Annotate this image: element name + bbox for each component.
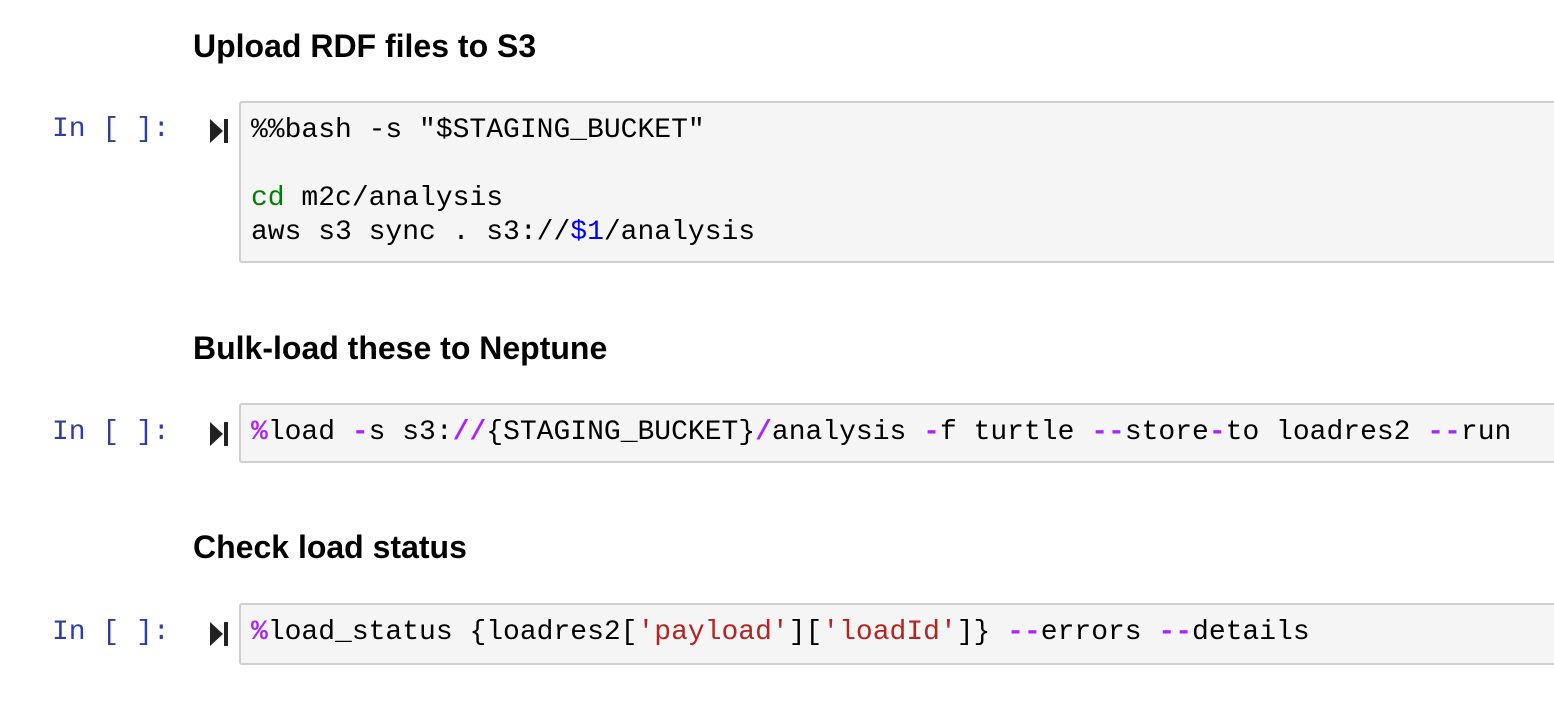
- code-text: load_status {loadres2[: [267, 617, 638, 648]
- code-text: aws s3 sync . s3://: [251, 217, 571, 248]
- code-text: /analysis: [603, 217, 756, 248]
- section-heading-upload: Upload RDF files to S3: [193, 28, 537, 64]
- code-operator: %: [251, 617, 268, 648]
- code-line: %load_status {loadres2['payload']['loadI…: [251, 616, 1554, 650]
- run-cell-button[interactable]: [209, 421, 229, 447]
- code-operator: -: [923, 417, 940, 448]
- code-operator: --: [1427, 417, 1461, 448]
- code-cell-input[interactable]: %%bash -s "$STAGING_BUCKET" cd m2c/analy…: [239, 101, 1554, 263]
- code-string: 'loadId': [822, 617, 957, 648]
- cell-prompt: In [ ]:: [52, 114, 170, 145]
- code-text: to loadres2: [1225, 417, 1428, 448]
- code-text: ][: [788, 617, 823, 648]
- code-line: %%bash -s "$STAGING_BUCKET": [251, 114, 1554, 148]
- code-operator: /: [755, 417, 772, 448]
- code-text: details: [1192, 617, 1310, 648]
- code-line: %load -s s3://{STAGING_BUCKET}/analysis …: [251, 416, 1554, 450]
- section-heading-bulk-load: Bulk-load these to Neptune: [193, 330, 608, 366]
- code-text: load: [267, 417, 352, 448]
- run-cell-button[interactable]: [209, 621, 229, 647]
- code-variable: $1: [570, 217, 604, 248]
- step-forward-icon: [210, 622, 228, 646]
- code-text: run: [1460, 417, 1512, 448]
- code-operator: %: [251, 417, 268, 448]
- code-line: aws s3 sync . s3://$1/analysis: [251, 216, 1554, 250]
- code-line: cd m2c/analysis: [251, 182, 1554, 216]
- code-text: analysis: [771, 417, 924, 448]
- code-string: 'payload': [637, 617, 789, 648]
- code-operator: --: [1007, 617, 1041, 648]
- section-heading-check-status: Check load status: [193, 529, 467, 565]
- code-text: ]}: [956, 617, 1008, 648]
- code-text: f turtle: [939, 417, 1092, 448]
- code-text: %%bash -s "$STAGING_BUCKET": [251, 115, 705, 146]
- code-line-empty: [251, 148, 1554, 182]
- code-text: m2c/analysis: [284, 183, 504, 214]
- code-operator: -: [351, 417, 369, 448]
- code-operator: --: [1091, 417, 1125, 448]
- code-text: {STAGING_BUCKET}: [486, 417, 756, 448]
- code-operator: //: [452, 417, 487, 448]
- code-text: errors: [1040, 617, 1159, 648]
- step-forward-icon: [210, 422, 228, 446]
- cell-prompt: In [ ]:: [52, 617, 170, 648]
- code-keyword: cd: [251, 183, 285, 214]
- code-operator: --: [1158, 617, 1193, 648]
- run-cell-button[interactable]: [209, 118, 229, 144]
- code-operator: -: [1208, 417, 1226, 448]
- code-text: store: [1124, 417, 1209, 448]
- code-cell-input[interactable]: %load -s s3://{STAGING_BUCKET}/analysis …: [239, 403, 1554, 463]
- cell-prompt: In [ ]:: [52, 417, 170, 448]
- code-text: s s3:: [368, 417, 453, 448]
- step-forward-icon: [210, 119, 228, 143]
- code-cell-input[interactable]: %load_status {loadres2['payload']['loadI…: [239, 603, 1554, 665]
